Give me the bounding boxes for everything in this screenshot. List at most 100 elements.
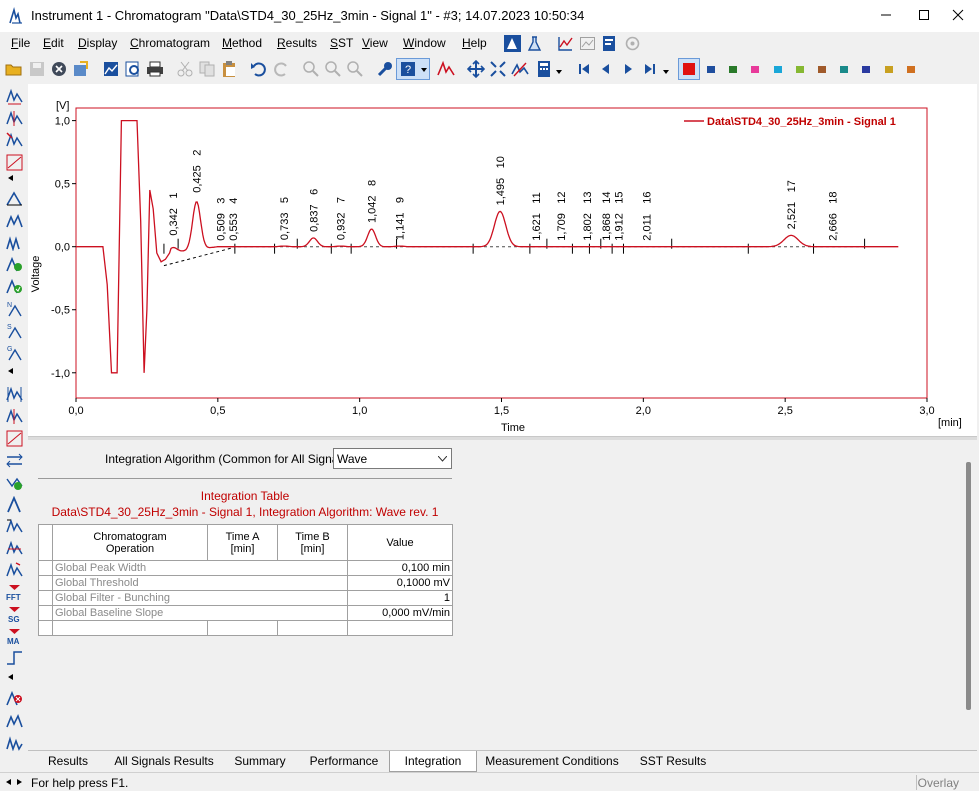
- header-time-b[interactable]: Time B [min]: [277, 524, 348, 561]
- color-swatch[interactable]: [840, 66, 849, 73]
- first-icon[interactable]: [575, 60, 593, 78]
- move-icon[interactable]: [467, 60, 485, 78]
- calculator-icon[interactable]: [535, 60, 553, 78]
- print-icon[interactable]: [146, 60, 164, 78]
- logo-icon[interactable]: [504, 35, 521, 52]
- menu-sst[interactable]: SST: [330, 36, 353, 50]
- table-row[interactable]: Global Threshold 0,1000 mV: [38, 575, 453, 591]
- peak-shift-icon[interactable]: [6, 562, 23, 579]
- peak-g-icon[interactable]: G: [6, 344, 23, 361]
- chromatogram-chart[interactable]: [V] Voltage Time [min] Data\STD4_30_25Hz…: [28, 84, 977, 436]
- color-swatch[interactable]: [773, 66, 782, 73]
- peak-lambda-icon[interactable]: [6, 496, 23, 513]
- color-swatch[interactable]: [884, 66, 893, 73]
- save-icon[interactable]: [28, 60, 46, 78]
- tab-results[interactable]: Results: [28, 751, 108, 772]
- fit-icon[interactable]: [489, 60, 507, 78]
- color-swatch[interactable]: [707, 66, 715, 73]
- chart-compare-icon[interactable]: [557, 35, 574, 52]
- wrench-icon[interactable]: [376, 60, 394, 78]
- fft-icon[interactable]: FFT: [6, 584, 23, 601]
- menu-view[interactable]: View: [362, 36, 388, 50]
- header-value[interactable]: Value: [347, 524, 453, 561]
- vertical-scrollbar[interactable]: [966, 462, 971, 710]
- menu-window[interactable]: Window: [403, 36, 446, 50]
- color-swatch[interactable]: [795, 66, 804, 73]
- baseline-icon[interactable]: [6, 154, 23, 171]
- zoom-out-icon[interactable]: [324, 60, 342, 78]
- header-time-a[interactable]: Time A [min]: [207, 524, 278, 561]
- last-icon[interactable]: [641, 60, 659, 78]
- peak-group-icon[interactable]: [6, 734, 23, 751]
- flask-icon[interactable]: [526, 35, 543, 52]
- peak-check-icon[interactable]: [6, 278, 23, 295]
- baseline-check-icon[interactable]: [6, 474, 23, 491]
- image-open-icon[interactable]: [102, 60, 120, 78]
- tab-performance[interactable]: Performance: [300, 751, 388, 772]
- menu-edit[interactable]: Edit: [43, 36, 64, 50]
- export-icon[interactable]: [72, 60, 90, 78]
- color-red-button[interactable]: [678, 58, 700, 80]
- integrate-delete-icon[interactable]: [6, 430, 23, 447]
- next-icon[interactable]: [619, 60, 637, 78]
- sum-icon[interactable]: [6, 518, 23, 535]
- peak-n-icon[interactable]: N: [6, 300, 23, 317]
- dropdown-arrow-icon[interactable]: [556, 70, 562, 74]
- peak-add-green-icon[interactable]: [6, 256, 23, 273]
- peak-delete-icon[interactable]: [6, 132, 23, 149]
- image-icon[interactable]: [579, 35, 596, 52]
- step-icon[interactable]: [6, 650, 23, 667]
- algorithm-select[interactable]: Wave: [333, 448, 452, 469]
- table-row-empty[interactable]: [38, 620, 453, 636]
- zoom-reset-icon[interactable]: [346, 60, 364, 78]
- ma-filter-icon[interactable]: MA: [6, 628, 23, 645]
- peak-line-icon[interactable]: [6, 190, 23, 207]
- menu-results[interactable]: Results: [277, 36, 317, 50]
- redo-icon[interactable]: [272, 60, 290, 78]
- table-row[interactable]: Global Filter - Bunching 1: [38, 590, 453, 606]
- menu-method[interactable]: Method: [222, 36, 262, 50]
- menu-chromatogram[interactable]: Chromatogram: [130, 36, 210, 50]
- open-folder-icon[interactable]: [5, 60, 23, 78]
- settings-round-icon[interactable]: [624, 35, 641, 52]
- cut-icon[interactable]: [176, 60, 194, 78]
- print-preview-icon[interactable]: [124, 60, 142, 78]
- integration-table[interactable]: Chromatogram Operation Time A [min] Time B…: [38, 524, 453, 636]
- close-button[interactable]: [935, 0, 979, 30]
- color-swatch[interactable]: [818, 66, 826, 73]
- tab-summary[interactable]: Summary: [220, 751, 300, 772]
- peak-double-icon[interactable]: [6, 234, 23, 251]
- collapse-arrow-icon[interactable]: [8, 175, 13, 181]
- header-operation[interactable]: Chromatogram Operation: [52, 524, 208, 561]
- table-row[interactable]: Global Baseline Slope 0,000 mV/min: [38, 605, 453, 621]
- dropdown-arrow-icon[interactable]: [663, 70, 669, 74]
- copy-icon[interactable]: [198, 60, 216, 78]
- peak-s-icon[interactable]: S: [6, 322, 23, 339]
- color-swatch[interactable]: [906, 66, 915, 73]
- peak-add-icon[interactable]: [6, 88, 23, 105]
- collapse-arrow-icon[interactable]: [8, 368, 13, 374]
- baseline-tool-icon[interactable]: [511, 60, 529, 78]
- scroll-arrows-icon[interactable]: [6, 779, 22, 785]
- peak-shape-icon[interactable]: [6, 712, 23, 729]
- zoom-in-icon[interactable]: [302, 60, 320, 78]
- sg-filter-icon[interactable]: SG: [6, 606, 23, 623]
- previous-icon[interactable]: [597, 60, 615, 78]
- tab-measurement-conditions[interactable]: Measurement Conditions: [477, 751, 627, 772]
- peak-merge-icon[interactable]: [6, 540, 23, 557]
- chart-svg[interactable]: [V] Voltage Time [min] Data\STD4_30_25Hz…: [28, 84, 977, 436]
- color-swatch[interactable]: [862, 66, 871, 73]
- tab-sst-results[interactable]: SST Results: [627, 751, 719, 772]
- table-row[interactable]: Global Peak Width 0,100 min: [38, 560, 453, 576]
- undo-icon[interactable]: [250, 60, 268, 78]
- paste-icon[interactable]: [220, 60, 238, 78]
- peak-tangent-icon[interactable]: [6, 212, 23, 229]
- collapse-arrow-icon[interactable]: [8, 674, 13, 680]
- report-icon[interactable]: [601, 35, 618, 52]
- arrows-icon[interactable]: [6, 452, 23, 469]
- menu-display[interactable]: Display: [78, 36, 117, 50]
- peak-icon[interactable]: [437, 60, 455, 78]
- tab-integration[interactable]: Integration: [389, 751, 477, 772]
- menu-file[interactable]: File: [11, 36, 30, 50]
- plot-area[interactable]: [75, 107, 928, 399]
